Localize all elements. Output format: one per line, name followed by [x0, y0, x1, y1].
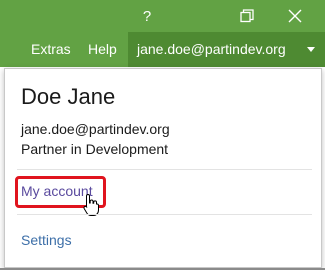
user-role: Partner in Development	[21, 141, 169, 157]
restore-icon[interactable]	[224, 0, 270, 32]
divider	[17, 214, 312, 215]
title-bar: ?	[0, 0, 325, 32]
menu-bar: Extras Help jane.doe@partindev.org	[0, 32, 325, 67]
help-icon[interactable]: ?	[124, 0, 170, 32]
account-dropdown: Doe Jane jane.doe@partindev.org Partner …	[4, 68, 322, 268]
chevron-down-icon	[307, 47, 315, 52]
account-email-label: jane.doe@partindev.org	[137, 41, 286, 57]
settings-link[interactable]: Settings	[21, 232, 72, 248]
user-email: jane.doe@partindev.org	[21, 121, 170, 137]
user-display-name: Doe Jane	[21, 84, 116, 109]
app-window: ? Extras Help jane.doe@partindev.org Doe…	[0, 0, 325, 270]
menu-extras[interactable]: Extras	[26, 32, 76, 67]
account-menu-button[interactable]: jane.doe@partindev.org	[128, 32, 325, 67]
close-icon[interactable]	[272, 0, 318, 32]
menu-help[interactable]: Help	[83, 32, 122, 67]
divider	[17, 169, 312, 170]
